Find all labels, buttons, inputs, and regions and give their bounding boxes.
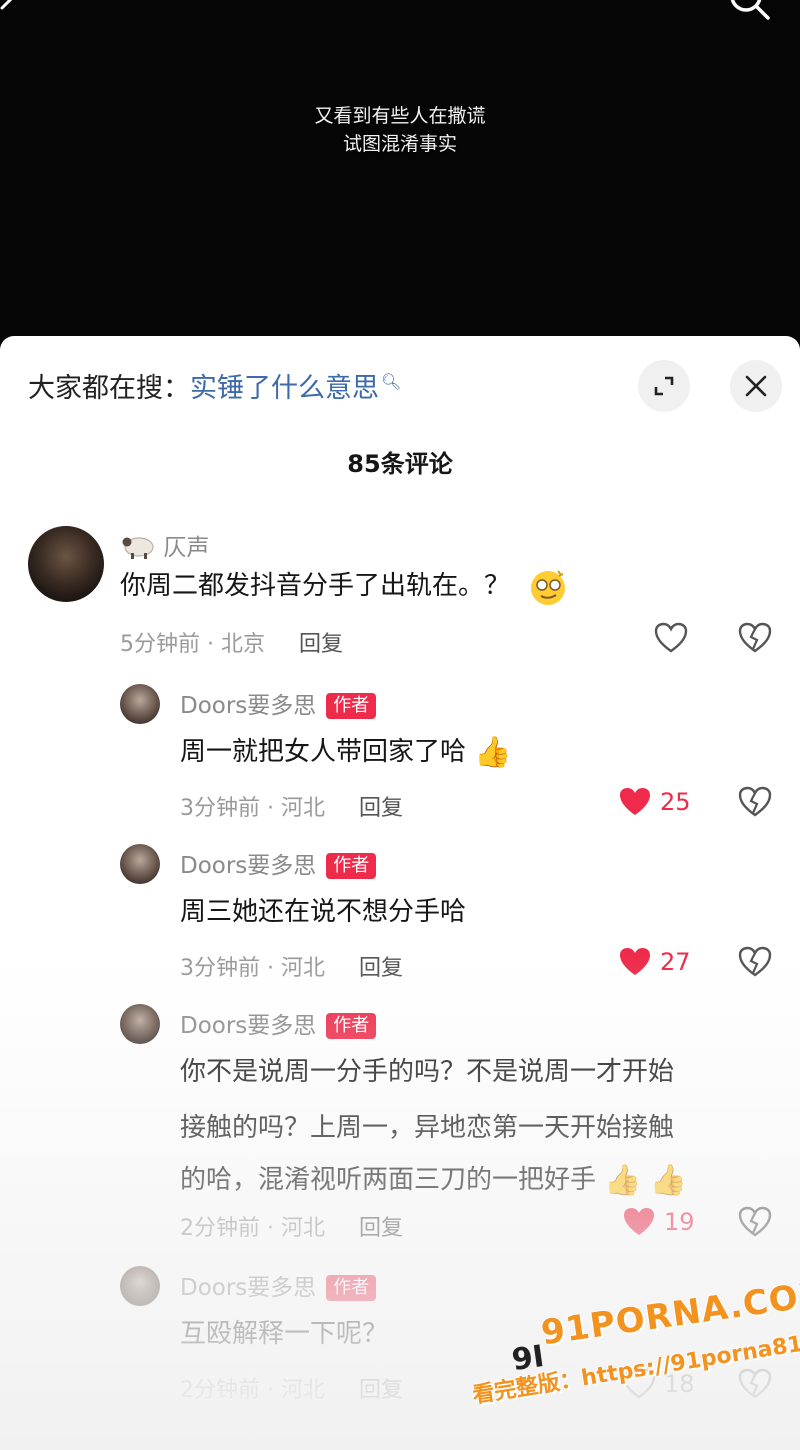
heart-filled-icon <box>620 788 650 815</box>
avatar[interactable] <box>28 526 104 602</box>
reply-button[interactable]: 回复 <box>359 796 403 821</box>
search-suggestion[interactable]: 大家都在搜：实锤了什么意思 🔍︎ <box>28 366 401 405</box>
comment-time-location: 2分钟前 · 河北 <box>180 1378 325 1403</box>
dislike-broken-heart-icon[interactable] <box>738 786 772 818</box>
comment-username[interactable]: Doors要多思 作者 <box>180 846 377 880</box>
comment-username[interactable]: Doors要多思 作者 <box>180 686 377 720</box>
comment-time-location: 3分钟前 · 河北 <box>180 956 325 981</box>
comment-text-line: 你不是说周一分手的吗？不是说周一才开始 <box>180 1057 675 1087</box>
avatar[interactable] <box>120 1004 160 1044</box>
dizzy-face-emoji-icon <box>531 569 566 605</box>
dislike-broken-heart-icon[interactable] <box>738 622 772 654</box>
dislike-broken-heart-icon[interactable] <box>738 1206 772 1238</box>
video-subtitle-line2: 试图混淆事实 <box>342 133 457 155</box>
comment-count: 85条评论 <box>347 450 453 478</box>
author-badge: 作者 <box>326 1275 377 1301</box>
comment-username[interactable]: Doors要多思 作者 <box>180 1006 377 1040</box>
like-button[interactable]: 19 <box>622 1206 695 1238</box>
search-icon[interactable] <box>722 0 778 26</box>
expand-button[interactable] <box>638 360 690 412</box>
thumbs-up-emoji-icon: 👍 <box>649 1162 688 1198</box>
small-search-icon: 🔍︎ <box>381 372 402 391</box>
comment-text-line: 的哈，混淆视听两面三刀的一把好手 <box>180 1165 597 1195</box>
like-button[interactable]: 27 <box>618 946 691 978</box>
comment-username-text: Doors要多思 <box>180 1013 317 1039</box>
comment-username-text: Doors要多思 <box>180 1275 317 1301</box>
comment-text-line: 接触的吗？上周一，异地恋第一天开始接触 <box>180 1113 675 1143</box>
comment-text: 周一就把女人带回家了哈 👍 <box>180 730 512 775</box>
video-area[interactable]: 又看到有些人在撒谎 试图混淆事实 <box>0 0 800 340</box>
heart-filled-icon <box>624 1208 654 1235</box>
comment-username-text: Doors要多思 <box>180 693 317 719</box>
reply-button[interactable]: 回复 <box>359 1216 403 1241</box>
search-suggestion-keyword[interactable]: 实锤了什么意思 <box>190 373 379 404</box>
comment-text-content: 周一就把女人带回家了哈 <box>180 737 467 767</box>
comment-username-text: Doors要多思 <box>180 853 317 879</box>
expand-icon <box>654 376 674 396</box>
author-badge: 作者 <box>326 693 377 719</box>
comment-text: 周三她还在说不想分手哈 <box>180 897 467 927</box>
comment-meta: 2分钟前 · 河北 回复 <box>180 1210 403 1242</box>
avatar[interactable] <box>120 844 160 884</box>
reply-button[interactable]: 回复 <box>359 1378 403 1403</box>
watermark: 91PORNA.COM 9I 看完整版：https://91porna81.co… <box>470 1273 800 1435</box>
comment-text: 互殴解释一下呢？ <box>180 1319 389 1349</box>
comment-text: 你不是说周一分手的吗？不是说周一才开始 接触的吗？上周一，异地恋第一天开始接触 … <box>180 1050 780 1203</box>
heart-filled-icon <box>620 948 650 975</box>
video-subtitle-line1: 又看到有些人在撒谎 <box>314 105 486 127</box>
comment-meta: 3分钟前 · 河北 回复 <box>180 790 403 822</box>
sheep-emoji-icon <box>122 537 154 559</box>
like-count: 25 <box>660 788 691 816</box>
comment-text-line-wrapper: 的哈，混淆视听两面三刀的一把好手 👍 👍 <box>180 1158 780 1203</box>
author-badge: 作者 <box>326 853 377 879</box>
thumbs-up-emoji-icon: 👍 <box>604 1162 642 1198</box>
comment-meta: 3分钟前 · 河北 回复 <box>180 950 403 982</box>
author-badge: 作者 <box>326 1013 377 1039</box>
search-suggestion-prefix: 大家都在搜： <box>28 373 190 404</box>
comment-meta: 2分钟前 · 河北 回复 <box>180 1372 403 1404</box>
thumbs-up-emoji-icon: 👍 <box>474 734 512 770</box>
comment-time-location: 3分钟前 · 河北 <box>180 796 325 821</box>
comment-time-location: 2分钟前 · 河北 <box>180 1216 325 1241</box>
comment-time-location: 5分钟前 · 北京 <box>120 632 265 657</box>
dislike-broken-heart-icon[interactable] <box>738 946 772 978</box>
comment-username[interactable]: Doors要多思 作者 <box>180 1268 377 1302</box>
like-count: 19 <box>664 1208 695 1236</box>
comments-panel: 大家都在搜：实锤了什么意思 🔍︎ 85条评论 仄声 你周二都发抖音分手了出轨在。？ <box>0 336 800 1450</box>
comment-text: 你周二都发抖音分手了出轨在。？ <box>120 564 568 609</box>
comment-text-content: 你周二都发抖音分手了出轨在。？ <box>120 571 511 601</box>
like-button[interactable] <box>654 622 696 654</box>
avatar[interactable] <box>120 684 160 724</box>
close-icon <box>745 375 767 397</box>
reply-button[interactable]: 回复 <box>299 632 343 657</box>
comment-username-text: 仄声 <box>163 535 210 561</box>
comment-username[interactable]: 仄声 <box>122 528 209 562</box>
avatar[interactable] <box>120 1266 160 1306</box>
reply-button[interactable]: 回复 <box>359 956 403 981</box>
back-icon[interactable] <box>0 0 32 26</box>
like-button[interactable]: 25 <box>618 786 691 818</box>
close-button[interactable] <box>730 360 782 412</box>
heart-outline-icon <box>654 622 688 653</box>
like-count: 27 <box>660 948 691 976</box>
comment-meta: 5分钟前 · 北京 回复 <box>120 626 343 658</box>
